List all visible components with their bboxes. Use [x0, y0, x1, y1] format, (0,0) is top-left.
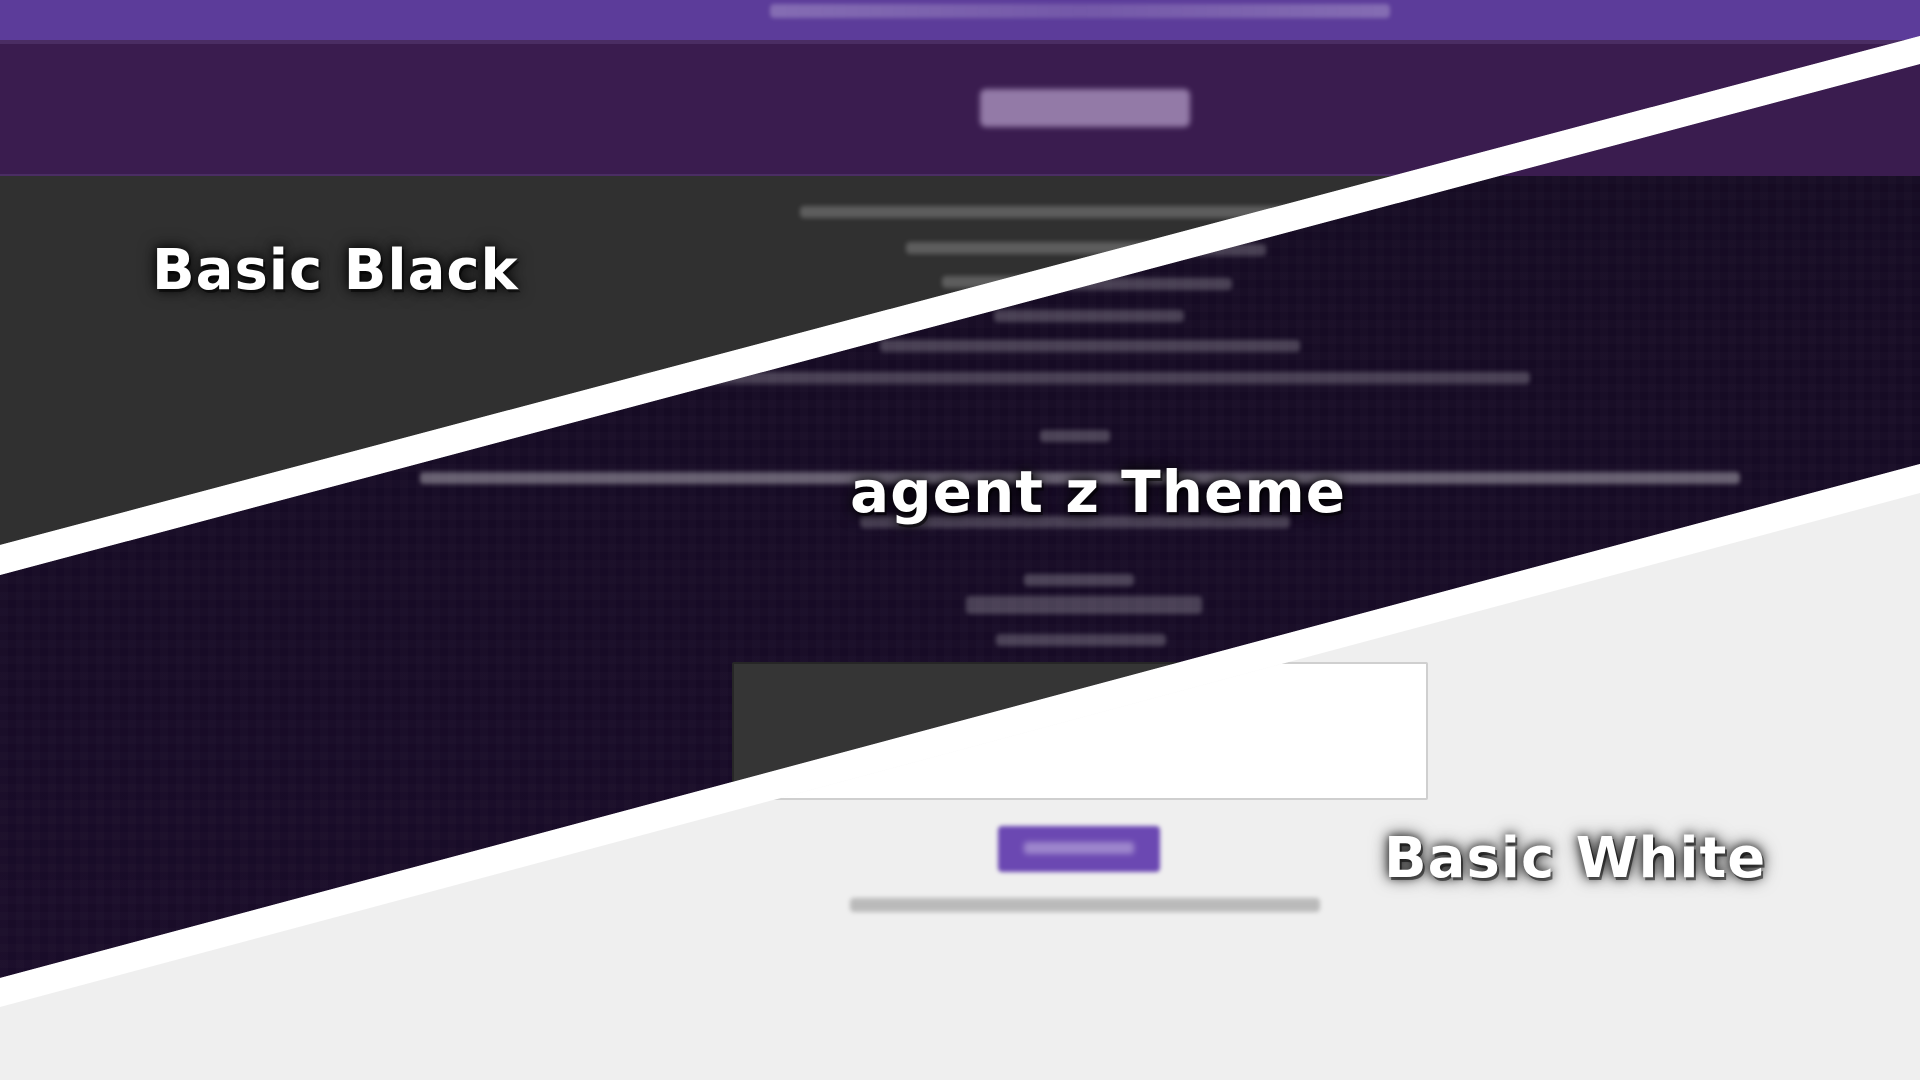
footer-text-blurred: [850, 898, 1320, 912]
basic-white-label: Basic White: [1384, 826, 1767, 891]
theme-comparison-stage: Basic Black agent z Theme Basic White: [0, 0, 1920, 1080]
text-line-blurred: [994, 310, 1184, 322]
top-nav-bar: [0, 0, 1920, 40]
basic-black-label: Basic Black: [152, 238, 519, 303]
submit-button-label-blurred: [1024, 842, 1134, 854]
input-field-blurred: [966, 596, 1202, 614]
text-line-blurred: [640, 372, 1530, 384]
text-line-blurred: [800, 206, 1320, 218]
text-line-blurred: [1040, 430, 1110, 442]
submit-button[interactable]: [998, 826, 1160, 872]
text-line-blurred: [906, 242, 1266, 254]
text-line-blurred: [880, 340, 1300, 352]
page-title-blurred: [980, 89, 1190, 127]
nav-links-blurred: [770, 4, 1390, 18]
agent-theme-label: agent z Theme: [850, 458, 1347, 526]
text-line-blurred: [1024, 574, 1134, 586]
text-line-blurred: [996, 634, 1166, 646]
